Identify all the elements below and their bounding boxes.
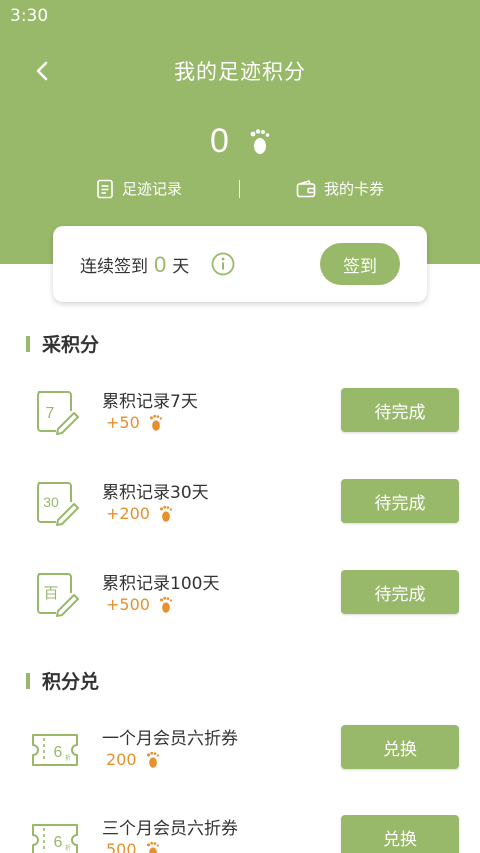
section-marker bbox=[26, 335, 30, 352]
coupon-name: 一个月会员六折券 bbox=[102, 729, 238, 749]
info-icon[interactable] bbox=[211, 252, 235, 276]
task-icon-label: 百 bbox=[43, 584, 58, 602]
task-reward: +200 bbox=[106, 504, 174, 523]
task-reward-value: +50 bbox=[106, 413, 140, 432]
task-reward: +500 bbox=[106, 595, 174, 614]
task-icon-label: 7 bbox=[46, 405, 55, 422]
coupon-cost-value: 500 bbox=[106, 840, 137, 853]
task-reward-value: +200 bbox=[106, 504, 150, 523]
task-pending-button[interactable]: 待完成 bbox=[341, 388, 459, 432]
task-row: 百 累积记录100天 +500 待完成 bbox=[0, 569, 480, 639]
task-icon-label: 30 bbox=[43, 494, 59, 510]
document-icon bbox=[97, 179, 113, 198]
task-name: 累积记录30天 bbox=[102, 483, 209, 503]
coupon-cost: 500 bbox=[106, 840, 161, 853]
status-time: 3:30 bbox=[10, 6, 49, 26]
coupon-icon: 6 折 bbox=[32, 734, 78, 766]
task-row: 7 累积记录7天 +50 待完成 bbox=[0, 387, 480, 457]
task-pending-button[interactable]: 待完成 bbox=[341, 570, 459, 614]
task-name: 累积记录100天 bbox=[102, 574, 220, 594]
calendar-edit-icon: 7 bbox=[37, 391, 79, 435]
task-row: 30 累积记录30天 +200 待完成 bbox=[0, 478, 480, 548]
footprint-icon bbox=[149, 414, 162, 431]
signin-streak: 连续签到 0 天 bbox=[80, 252, 189, 278]
signin-suffix: 天 bbox=[172, 257, 190, 277]
footprint-icon bbox=[250, 129, 270, 154]
coupon-icon: 6 折 bbox=[32, 824, 78, 853]
signin-prefix: 连续签到 bbox=[80, 257, 148, 277]
footprint-icon bbox=[146, 841, 159, 853]
redeem-section-label: 积分兑 bbox=[42, 671, 100, 693]
header: 3:30 我的足迹积分 0 足迹记录 我的卡券 bbox=[0, 0, 480, 264]
footprint-icon bbox=[146, 751, 159, 768]
redeem-section-title: 积分兑 bbox=[26, 667, 99, 694]
coupon-name: 三个月会员六折券 bbox=[102, 819, 238, 839]
task-reward: +50 bbox=[106, 413, 164, 432]
coupon-row: 6 折 一个月会员六折券 200 兑换 bbox=[0, 724, 480, 794]
section-marker bbox=[26, 672, 30, 689]
coupon-icon-label: 6 bbox=[54, 744, 63, 761]
redeem-button[interactable]: 兑换 bbox=[341, 725, 459, 769]
task-name: 累积记录7天 bbox=[102, 392, 198, 412]
points-value: 0 bbox=[210, 122, 229, 160]
earn-section-label: 采积分 bbox=[42, 334, 100, 356]
signin-days: 0 bbox=[154, 252, 167, 277]
page-title: 我的足迹积分 bbox=[174, 60, 306, 84]
footprint-icon bbox=[159, 505, 172, 522]
footprint-icon bbox=[159, 596, 172, 613]
coupon-cost: 200 bbox=[106, 750, 161, 769]
coupon-cost-value: 200 bbox=[106, 750, 137, 769]
calendar-edit-icon: 30 bbox=[37, 482, 79, 526]
coupon-icon-label: 6 bbox=[54, 834, 63, 851]
signin-button[interactable]: 签到 bbox=[320, 243, 400, 285]
task-pending-button[interactable]: 待完成 bbox=[341, 479, 459, 523]
footprint-records-link[interactable]: 足迹记录 bbox=[96, 178, 182, 199]
task-reward-value: +500 bbox=[106, 595, 150, 614]
coupon-icon-sub: 折 bbox=[65, 844, 71, 852]
signin-card: 连续签到 0 天 签到 bbox=[53, 226, 427, 302]
my-cards-link[interactable]: 我的卡券 bbox=[296, 178, 384, 199]
header-divider bbox=[239, 180, 240, 198]
earn-section-title: 采积分 bbox=[26, 330, 99, 357]
coupon-icon-sub: 折 bbox=[65, 754, 71, 762]
redeem-button[interactable]: 兑换 bbox=[341, 815, 459, 853]
wallet-icon bbox=[296, 179, 316, 197]
calendar-edit-icon: 百 bbox=[37, 573, 79, 617]
coupon-row: 6 折 三个月会员六折券 500 兑换 bbox=[0, 814, 480, 853]
my-cards-label: 我的卡券 bbox=[324, 180, 385, 198]
footprint-records-label: 足迹记录 bbox=[122, 180, 183, 198]
